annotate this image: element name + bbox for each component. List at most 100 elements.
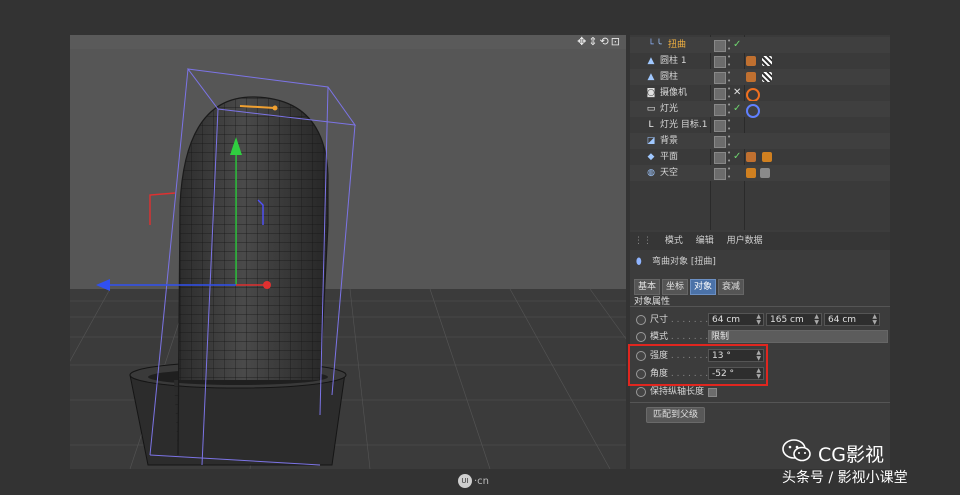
object-row-sky[interactable]: ◍ 天空 • • [630, 165, 890, 181]
attribute-menu-bar: ⋮⋮ 模式 编辑 用户数据 [630, 232, 890, 250]
light-icon: ▭ [646, 104, 656, 114]
plane-icon: ◆ [647, 152, 655, 162]
prop-size: 尺寸 . . . . . . . . 64 cm ▲ ▼ 165 cm ▲ ▼ 64 c… [630, 312, 890, 328]
layer-flag[interactable] [714, 152, 726, 164]
object-name: 圆柱 [660, 72, 679, 82]
backdrop [70, 49, 626, 289]
site-suffix: ·cn [474, 476, 490, 487]
size-z-field[interactable]: 64 cm ▲ ▼ [824, 313, 880, 326]
object-name: 扭曲 [668, 40, 687, 50]
prop-label: 尺寸 . . . . . . . . [650, 315, 714, 325]
disabled-x-icon[interactable]: ✕ [733, 85, 741, 101]
fit-to-parent-button[interactable]: 匹配到父级 [646, 407, 706, 423]
cylinder-icon: ▲ [647, 56, 655, 66]
visibility-dots[interactable]: • • [727, 133, 733, 149]
attribute-title-row: ⬮ 弯曲对象 [扭曲] [630, 254, 890, 270]
object-manager: └ ╰ 扭曲 • • ✓ ▲ 圆柱 1 • • ▲ 圆柱 • • ◙ 摄像机 •… [630, 35, 890, 230]
uicn-logo-icon: UI [458, 474, 472, 488]
attribute-tabs: 基本 坐标 对象 衰减 [634, 274, 746, 295]
enabled-check-icon[interactable]: ✓ [733, 149, 741, 165]
target-icon: L [648, 120, 654, 130]
object-row-bend[interactable]: └ ╰ 扭曲 • • ✓ [630, 37, 890, 53]
object-name: 背景 [660, 136, 679, 146]
menu-mode[interactable]: 模式 [665, 236, 683, 246]
object-name: 摄像机 [660, 88, 688, 98]
object-name: 天空 [660, 168, 679, 178]
object-row-light-target[interactable]: L 灯光 目标.1 • • [630, 117, 890, 133]
visibility-dots[interactable]: • • [727, 69, 733, 85]
menu-user-data[interactable]: 用户数据 [727, 236, 763, 246]
tab-coord[interactable]: 坐标 [662, 279, 689, 295]
visibility-dots[interactable]: • • [727, 165, 733, 181]
compositing-tag-icon[interactable] [760, 168, 770, 178]
object-title: 弯曲对象 [扭曲] [652, 257, 716, 267]
right-panel: └ ╰ 扭曲 • • ✓ ▲ 圆柱 1 • • ▲ 圆柱 • • ◙ 摄像机 •… [630, 35, 890, 469]
subtitle-watermark: 头条号 / 影视小课堂 [782, 470, 908, 486]
brand-watermark: CG影视 [818, 444, 884, 466]
layer-flag[interactable] [714, 136, 726, 148]
menu-edit[interactable]: 编辑 [696, 236, 714, 246]
layer-flag[interactable] [714, 40, 726, 52]
visibility-dots[interactable]: • • [727, 117, 733, 133]
prop-mode: 模式 . . . . . . . . 限制 [630, 329, 890, 345]
target-tag-icon[interactable] [746, 104, 760, 118]
object-name: 灯光 目标.1 [660, 120, 708, 130]
prop-fit-button: 匹配到父级 [630, 407, 890, 423]
object-row-cylinder[interactable]: ▲ 圆柱 • • [630, 69, 890, 85]
object-row-plane[interactable]: ◆ 平面 • • ✓ [630, 149, 890, 165]
texture-tag-icon[interactable] [762, 152, 772, 162]
object-row-cylinder1[interactable]: ▲ 圆柱 1 • • [630, 53, 890, 69]
divider [630, 306, 890, 307]
object-row-camera[interactable]: ◙ 摄像机 • • ✕ [630, 85, 890, 102]
divider [630, 402, 890, 403]
camera-icon: ◙ [646, 88, 656, 98]
sky-icon: ◍ [647, 168, 655, 178]
prop-label: 模式 . . . . . . . . [650, 332, 714, 342]
object-row-background[interactable]: ◪ 背景 • • [630, 133, 890, 149]
cylinder-icon: ▲ [647, 72, 655, 82]
animate-radio[interactable] [636, 315, 646, 325]
material-tag-icon[interactable] [762, 56, 772, 66]
layer-flag[interactable] [714, 120, 726, 132]
phong-tag-icon[interactable] [746, 56, 756, 66]
object-row-light[interactable]: ▭ 灯光 • • ✓ [630, 101, 890, 118]
viewport-scene[interactable] [70, 35, 626, 469]
enabled-check-icon[interactable]: ✓ [733, 101, 741, 117]
layer-flag[interactable] [714, 56, 726, 68]
phong-tag-icon[interactable] [746, 72, 756, 82]
material-tag-icon[interactable] [762, 72, 772, 82]
visibility-dots[interactable]: • • [727, 53, 733, 69]
wechat-icon [782, 439, 811, 462]
site-watermark: UI ·cn [458, 473, 508, 491]
prop-label: 保持纵轴长度 [650, 387, 705, 397]
mode-dropdown[interactable]: 限制 [708, 330, 888, 343]
object-name: 灯光 [660, 104, 679, 114]
phong-tag-icon[interactable] [746, 152, 756, 162]
layer-flag[interactable] [714, 168, 726, 180]
object-name: 圆柱 1 [660, 56, 687, 66]
tab-object[interactable]: 对象 [690, 279, 717, 295]
keep-length-checkbox[interactable] [708, 388, 717, 397]
object-name: 平面 [660, 152, 679, 162]
background-icon: ◪ [646, 136, 656, 146]
bend-deformer-icon: ⬮ [636, 257, 642, 267]
layer-flag[interactable] [714, 88, 726, 100]
texture-tag-icon[interactable] [746, 168, 756, 178]
prop-keep-length: 保持纵轴长度 [630, 384, 890, 400]
tab-falloff[interactable]: 衰减 [718, 279, 745, 295]
grip-icon: ⋮⋮ [634, 236, 652, 246]
size-y-field[interactable]: 165 cm ▲ ▼ [766, 313, 822, 326]
bend-handle-point[interactable] [272, 105, 278, 111]
size-x-field[interactable]: 64 cm ▲ ▼ [708, 313, 764, 326]
animate-radio[interactable] [636, 387, 646, 397]
3d-viewport[interactable]: ✥⇕⟲⊡ [70, 35, 626, 469]
animate-radio[interactable] [636, 332, 646, 342]
layer-flag[interactable] [714, 72, 726, 84]
highlight-box [628, 344, 768, 386]
layer-flag[interactable] [714, 104, 726, 116]
enabled-check-icon[interactable]: ✓ [733, 37, 741, 53]
tab-basic[interactable]: 基本 [634, 279, 661, 295]
protection-tag-icon[interactable] [746, 88, 760, 102]
x-axis-handle-icon[interactable] [263, 281, 271, 289]
bend-deformer-icon: ╰ [656, 40, 662, 50]
